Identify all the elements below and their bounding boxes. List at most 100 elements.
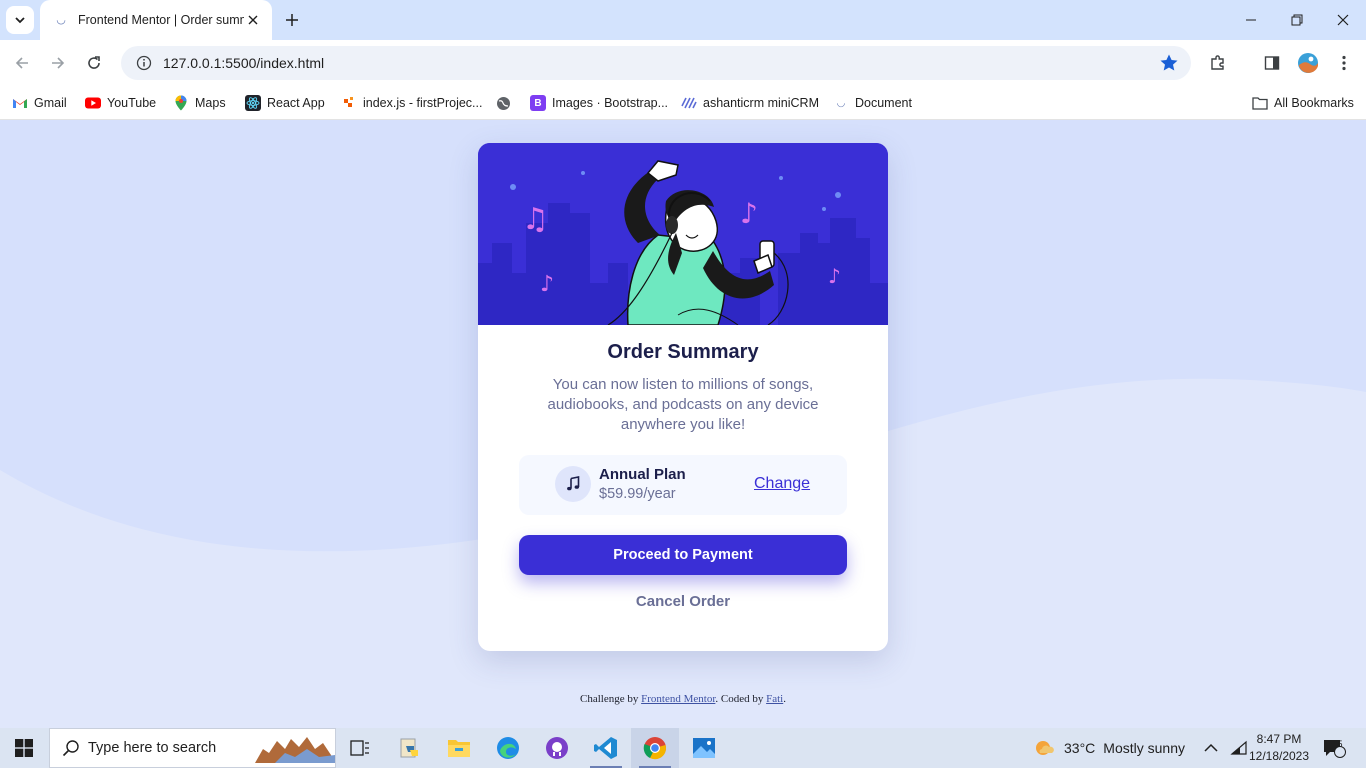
chrome-menu-button[interactable] — [1330, 49, 1358, 77]
proceed-to-payment-button[interactable]: Proceed to Payment — [519, 535, 847, 575]
github-desktop-icon — [546, 737, 568, 759]
photos-icon — [693, 738, 715, 758]
show-hidden-icons-button[interactable] — [1204, 728, 1218, 768]
taskbar-app-github[interactable] — [533, 728, 581, 768]
taskbar-app-edge[interactable] — [484, 728, 532, 768]
taskbar-app-file-explorer[interactable] — [435, 728, 483, 768]
bookmark-maps[interactable]: Maps — [173, 94, 226, 112]
bookmarks-bar: Gmail YouTube Maps React App index.js - … — [0, 86, 1366, 120]
plus-icon — [286, 14, 298, 26]
bookmark-document[interactable]: ◡ Document — [833, 94, 912, 112]
avatar-icon — [1298, 53, 1318, 73]
clock-date: 12/18/2023 — [1248, 749, 1310, 763]
browser-tab[interactable]: ◡ Frontend Mentor | Order summ — [40, 0, 272, 40]
close-window-button[interactable] — [1320, 0, 1366, 40]
taskbar-app-python[interactable] — [386, 728, 434, 768]
task-view-icon — [350, 740, 369, 756]
browser-toolbar: 127.0.0.1:5500/index.html — [0, 40, 1366, 86]
plan-box: Annual Plan $59.99/year Change — [519, 455, 847, 515]
search-placeholder: Type here to search — [88, 740, 217, 756]
site-info-icon[interactable] — [135, 54, 153, 72]
minimize-button[interactable] — [1228, 0, 1274, 40]
profile-avatar[interactable] — [1294, 49, 1322, 77]
card-description: You can now listen to millions of songs,… — [547, 376, 819, 433]
start-button[interactable] — [0, 728, 48, 768]
task-view-button[interactable] — [336, 728, 384, 768]
edge-icon — [497, 737, 519, 759]
system-clock[interactable]: 8:47 PM 12/18/2023 — [1244, 731, 1314, 765]
change-plan-link[interactable]: Change — [754, 475, 810, 493]
tab-search-button[interactable] — [6, 6, 34, 34]
svg-text:♫: ♫ — [522, 202, 549, 237]
page-viewport: ♫ ♪ ♪ ♪ Order Summary You can now listen… — [0, 120, 1366, 728]
cancel-order-button[interactable]: Cancel Order — [519, 593, 847, 613]
bookmark-label: Document — [855, 96, 912, 110]
attribution-suffix: . — [783, 693, 786, 705]
globe-icon — [495, 95, 511, 111]
search-highlight-art-icon — [255, 737, 335, 763]
taskbar-app-vscode[interactable] — [582, 728, 630, 768]
card-title: Order Summary — [607, 341, 759, 363]
svg-text:♪: ♪ — [540, 272, 554, 297]
folder-icon — [448, 740, 470, 757]
address-bar[interactable]: 127.0.0.1:5500/index.html — [121, 46, 1191, 80]
bookmark-label: React App — [267, 96, 325, 110]
extensions-button[interactable] — [1204, 49, 1232, 77]
folder-icon — [1252, 95, 1268, 111]
new-tab-button[interactable] — [280, 8, 304, 32]
youtube-icon — [85, 95, 101, 111]
bookmark-label: Gmail — [34, 96, 67, 110]
plan-price: $59.99/year — [599, 486, 676, 502]
frontend-mentor-link[interactable]: Frontend Mentor — [641, 693, 715, 705]
gmail-icon — [12, 95, 28, 111]
sunny-weather-icon — [1036, 741, 1054, 755]
bookmark-label: ashanticrm miniCRM — [703, 96, 819, 110]
bookmark-bootstrap[interactable]: B Images · Bootstrap... — [530, 94, 668, 112]
bookmark-label: All Bookmarks — [1274, 96, 1354, 110]
back-button[interactable] — [8, 49, 36, 77]
bookmark-gmail[interactable]: Gmail — [12, 94, 67, 112]
taskbar-search-box[interactable]: Type here to search — [49, 728, 336, 768]
attribution-middle: . Coded by — [715, 693, 764, 705]
reload-button[interactable] — [80, 49, 108, 77]
author-link[interactable]: Fati — [766, 693, 783, 705]
maps-pin-icon — [173, 95, 189, 111]
bookmark-index-js[interactable]: index.js - firstProjec... — [341, 94, 482, 112]
hero-illustration: ♫ ♪ ♪ ♪ — [478, 143, 888, 325]
arrow-right-icon — [52, 57, 65, 69]
bookmark-ashanticrm[interactable]: ashanticrm miniCRM — [681, 94, 819, 112]
bookmark-react-app[interactable]: React App — [245, 94, 325, 112]
restore-button[interactable] — [1274, 0, 1320, 40]
notification-center-button[interactable]: 5 — [1322, 728, 1346, 768]
svg-text:♪: ♪ — [740, 197, 758, 230]
taskbar-app-photos[interactable] — [680, 728, 728, 768]
search-icon — [62, 740, 79, 757]
close-icon — [1337, 14, 1349, 26]
bookmark-globe[interactable] — [495, 94, 517, 112]
arrow-left-icon — [15, 57, 28, 69]
python-files-icon — [400, 738, 418, 758]
windows-taskbar: Type here to search 33°C Mostly sunny 8:… — [0, 728, 1366, 768]
weather-widget[interactable]: 33°C Mostly sunny — [1032, 728, 1185, 768]
music-dancer-illustration: ♫ ♪ ♪ ♪ — [478, 143, 888, 325]
bookmark-label: Images · Bootstrap... — [552, 96, 669, 110]
bookmark-label: YouTube — [107, 96, 157, 110]
stackblitz-icon — [341, 95, 357, 111]
weather-temp: 33°C — [1064, 740, 1096, 756]
notification-count: 5 — [1337, 739, 1343, 749]
bootstrap-icon: B — [530, 95, 546, 111]
all-bookmarks[interactable]: All Bookmarks — [1252, 94, 1354, 112]
weather-desc: Mostly sunny — [1103, 740, 1185, 756]
reload-icon — [88, 56, 100, 69]
taskbar-app-chrome[interactable] — [631, 728, 679, 768]
bookmark-label: Maps — [195, 96, 226, 110]
forward-button[interactable] — [44, 49, 72, 77]
side-panel-button[interactable] — [1258, 49, 1286, 77]
puzzle-icon — [1211, 55, 1224, 70]
restore-icon — [1291, 14, 1303, 26]
window-controls — [1228, 0, 1366, 40]
bookmark-star-icon[interactable] — [1159, 53, 1179, 78]
more-vertical-icon — [1342, 55, 1346, 71]
tab-close-icon[interactable] — [244, 11, 262, 29]
bookmark-youtube[interactable]: YouTube — [85, 94, 156, 112]
